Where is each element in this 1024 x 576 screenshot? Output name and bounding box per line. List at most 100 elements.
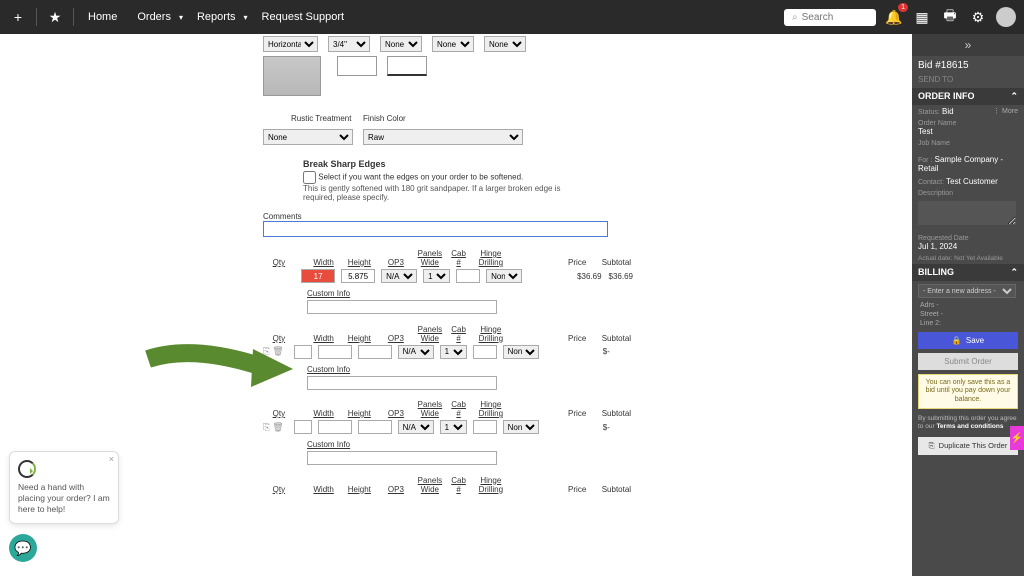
- break-edges-check[interactable]: [303, 171, 316, 184]
- col-height: Height: [344, 334, 374, 343]
- star-icon[interactable]: ★: [45, 7, 65, 27]
- col-price: Price: [561, 409, 594, 418]
- height-input[interactable]: [341, 269, 375, 283]
- desc-textarea[interactable]: [918, 201, 1016, 225]
- line-price: $36.69: [576, 272, 601, 281]
- op3-select[interactable]: N/A: [381, 269, 417, 283]
- submit-button: Submit Order: [918, 353, 1018, 370]
- hinge-select[interactable]: None: [503, 420, 539, 434]
- nav-reports[interactable]: Reports: [191, 7, 242, 27]
- panels-select[interactable]: 1: [440, 345, 467, 359]
- collapse-icon[interactable]: »: [912, 34, 1024, 56]
- side-panel: » Bid #18615 SEND TO ORDER INFO⌃ Status:…: [912, 34, 1024, 576]
- terms-link[interactable]: Terms and conditions: [936, 423, 1003, 430]
- gear-icon[interactable]: ⚙: [968, 7, 988, 27]
- hinge-select[interactable]: None: [486, 269, 522, 283]
- col-subtotal: Subtotal: [600, 409, 633, 418]
- op3-select[interactable]: N/A: [398, 420, 434, 434]
- chat-bubble-icon[interactable]: 💬: [9, 534, 37, 562]
- status-value: Bid: [942, 107, 954, 116]
- custom-info-input[interactable]: [307, 451, 497, 465]
- rustic-select[interactable]: None: [263, 129, 353, 145]
- address-select[interactable]: - Enter a new address -: [918, 284, 1016, 298]
- order-info-header[interactable]: ORDER INFO: [918, 91, 975, 102]
- more-link[interactable]: ⋮ More: [993, 107, 1018, 115]
- chevron-up-icon[interactable]: ⌃: [1010, 267, 1018, 278]
- panels-select[interactable]: 1: [423, 269, 450, 283]
- col-subtotal: Subtotal: [600, 485, 633, 494]
- col-panels: Panels Wide: [418, 476, 442, 494]
- height-input[interactable]: [358, 420, 392, 434]
- contact-value: Test Customer: [946, 177, 998, 186]
- profile2: [387, 56, 427, 76]
- custom-info-link[interactable]: Custom Info: [307, 289, 633, 298]
- custom-info-input[interactable]: [307, 376, 497, 390]
- bell-icon[interactable]: 🔔1: [884, 7, 904, 27]
- duplicate-button[interactable]: ⎘Duplicate This Order: [918, 437, 1018, 455]
- chevron-up-icon[interactable]: ⌃: [1010, 91, 1018, 102]
- col-width: Width: [309, 409, 339, 418]
- break-edges-title: Break Sharp Edges: [303, 159, 633, 169]
- add-icon[interactable]: +: [8, 7, 28, 27]
- op3-select[interactable]: N/A: [398, 345, 434, 359]
- nav-home[interactable]: Home: [82, 7, 123, 27]
- avatar[interactable]: [996, 7, 1016, 27]
- col-qty: Qty: [271, 485, 287, 494]
- col-price: Price: [561, 485, 594, 494]
- comments-input[interactable]: [263, 221, 608, 237]
- cab-input[interactable]: [456, 269, 480, 283]
- comments-label: Comments: [263, 212, 633, 221]
- edge2-select[interactable]: None: [432, 36, 474, 52]
- col-op3: OP3: [380, 258, 411, 267]
- col-qty: Qty: [271, 258, 287, 267]
- thickness-select[interactable]: 3/4": [328, 36, 370, 52]
- width-input[interactable]: [318, 420, 352, 434]
- edge3-select[interactable]: None: [484, 36, 526, 52]
- cab-input[interactable]: [473, 420, 497, 434]
- grain-select[interactable]: Horizontal: [263, 36, 318, 52]
- search-icon: ⌕: [792, 12, 798, 23]
- copy-icon[interactable]: ⎘: [263, 422, 270, 433]
- save-button[interactable]: 🔒Save: [918, 332, 1018, 349]
- nav-orders[interactable]: Orders: [131, 7, 177, 27]
- bolt-tab[interactable]: ⚡: [1010, 426, 1024, 450]
- search-input[interactable]: [802, 12, 862, 23]
- col-qty: Qty: [271, 409, 287, 418]
- for-label: For :: [918, 157, 932, 164]
- col-panels: Panels Wide: [418, 249, 442, 267]
- line-subtotal: $36.69: [608, 272, 633, 281]
- edge1-select[interactable]: None: [380, 36, 422, 52]
- custom-info-input[interactable]: [307, 300, 497, 314]
- billing-header[interactable]: BILLING: [918, 267, 954, 278]
- col-hinge: Hinge Drilling: [475, 476, 506, 494]
- divider: [73, 8, 74, 26]
- delete-icon[interactable]: 🗑: [272, 422, 283, 433]
- addr-street: Street -: [912, 310, 1024, 319]
- chat-logo: [18, 460, 36, 478]
- ordername-value: Test: [918, 127, 1018, 136]
- print-icon[interactable]: 🖶: [940, 7, 960, 27]
- custom-info-link[interactable]: Custom Info: [307, 440, 633, 449]
- hinge-select[interactable]: None: [503, 345, 539, 359]
- close-icon[interactable]: ×: [109, 454, 114, 466]
- search-box[interactable]: ⌕: [784, 9, 876, 26]
- terms-text: By submitting this order you agree to ou…: [912, 413, 1024, 433]
- col-hinge: Hinge Drilling: [475, 325, 506, 343]
- desc-label: Description: [918, 190, 1018, 197]
- calendar-icon[interactable]: ▦: [912, 7, 932, 27]
- reqdate-value: Jul 1, 2024: [918, 242, 1018, 251]
- finish-label: Finish Color: [363, 114, 406, 123]
- width-input[interactable]: [318, 345, 352, 359]
- cab-input[interactable]: [473, 345, 497, 359]
- qty-input[interactable]: [294, 420, 312, 434]
- line-price: $-: [593, 347, 610, 356]
- finish-select[interactable]: Raw: [363, 129, 523, 145]
- col-op3: OP3: [380, 409, 411, 418]
- nav-support[interactable]: Request Support: [256, 7, 351, 27]
- line-row: ⎘🗑 N/A 1 None $-: [263, 345, 633, 359]
- custom-info-link[interactable]: Custom Info: [307, 365, 633, 374]
- width-input[interactable]: [301, 269, 335, 283]
- line-row: ⎘🗑 N/A 1 None $-: [263, 420, 633, 434]
- panels-select[interactable]: 1: [440, 420, 467, 434]
- height-input[interactable]: [358, 345, 392, 359]
